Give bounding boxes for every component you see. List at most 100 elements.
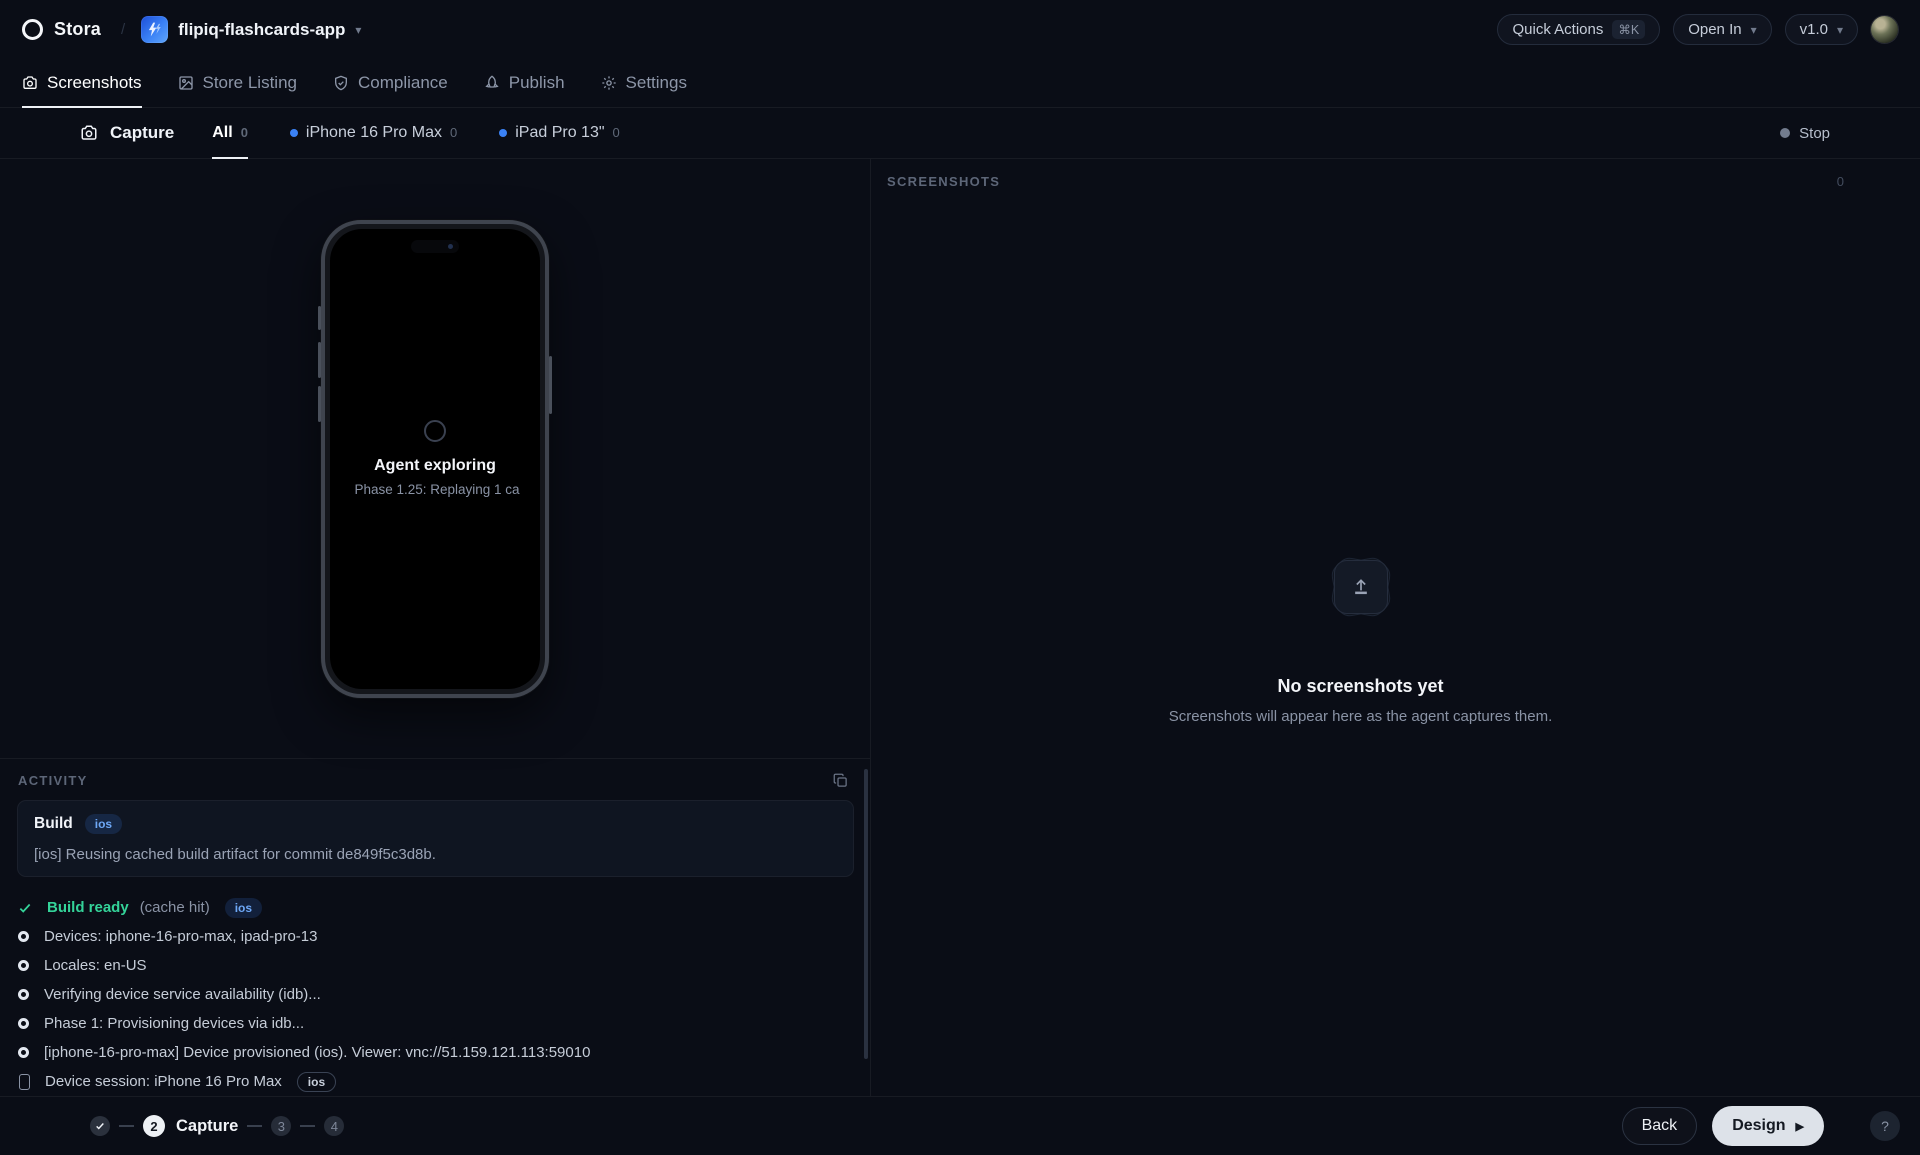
event-text: Locales: en-US <box>44 957 147 974</box>
tab-label: Settings <box>626 73 687 93</box>
stop-icon <box>1780 128 1790 138</box>
pending-ring-icon <box>18 960 29 971</box>
quick-actions-button[interactable]: Quick Actions ⌘K <box>1497 14 1660 45</box>
activity-event-device-session: Device session: iPhone 16 Pro Max ios <box>18 1067 852 1096</box>
activity-event: Build ready (cache hit) ios <box>18 893 852 922</box>
dynamic-island <box>411 240 459 253</box>
step-1-done[interactable] <box>90 1116 110 1136</box>
step-2-active[interactable]: 2 <box>143 1115 165 1137</box>
filter-count: 0 <box>450 125 457 140</box>
version-selector[interactable]: v1.0 ▾ <box>1785 14 1858 45</box>
lightning-icon <box>147 22 162 37</box>
user-avatar[interactable] <box>1871 16 1898 43</box>
version-label: v1.0 <box>1800 21 1828 38</box>
phone-screen[interactable]: Agent exploring Phase 1.25: Replaying 1 … <box>330 229 540 689</box>
tab-screenshots[interactable]: Screenshots <box>22 59 142 108</box>
loading-spinner <box>424 420 446 442</box>
step-2-label: Capture <box>176 1117 238 1136</box>
tab-settings[interactable]: Settings <box>601 59 687 108</box>
stop-label: Stop <box>1799 125 1830 142</box>
build-log-card: Build ios [ios] Reusing cached build art… <box>17 800 854 877</box>
tab-label: Compliance <box>358 73 448 93</box>
design-button[interactable]: Design ▶ <box>1712 1106 1824 1146</box>
camera-icon <box>22 75 38 91</box>
stora-logo-icon <box>22 19 43 40</box>
pending-ring-icon <box>18 1047 29 1058</box>
upload-card <box>1334 560 1388 614</box>
breadcrumb-separator: / <box>121 21 125 38</box>
step-3[interactable]: 3 <box>271 1116 291 1136</box>
agent-status-title: Agent exploring <box>374 457 496 475</box>
stop-button[interactable]: Stop <box>1780 108 1830 158</box>
event-text: Verifying device service availability (i… <box>44 986 321 1003</box>
check-icon <box>18 901 32 915</box>
capture-label: Capture <box>110 123 174 143</box>
activity-scrollbar[interactable] <box>864 769 868 1059</box>
step-connector <box>300 1125 315 1127</box>
quick-actions-label: Quick Actions <box>1512 21 1603 38</box>
tab-label: Screenshots <box>47 73 142 93</box>
filter-count: 0 <box>613 125 620 140</box>
build-log-message: [ios] Reusing cached build artifact for … <box>34 846 837 863</box>
tab-compliance[interactable]: Compliance <box>333 59 448 108</box>
activity-event: [iphone-16-pro-max] Device provisioned (… <box>18 1038 852 1067</box>
rocket-icon <box>484 75 500 91</box>
play-icon: ▶ <box>1796 1120 1804 1133</box>
volume-down-button <box>318 386 321 422</box>
main-tabbar: Screenshots Store Listing Compliance Pub… <box>0 59 1920 108</box>
device-status-dot <box>290 129 298 137</box>
capture-section-label: Capture <box>80 108 174 158</box>
capture-toolbar: Capture All 0 iPhone 16 Pro Max 0 iPad P… <box>0 108 1920 159</box>
gear-icon <box>601 75 617 91</box>
agent-status-subtitle: Phase 1.25: Replaying 1 ca <box>350 482 519 497</box>
event-text: Phase 1: Provisioning devices via idb... <box>44 1015 304 1032</box>
iphone-mockup: Agent exploring Phase 1.25: Replaying 1 … <box>321 220 549 698</box>
image-icon <box>178 75 194 91</box>
step-connector <box>247 1125 262 1127</box>
mute-switch <box>318 306 321 330</box>
empty-subtitle: Screenshots will appear here as the agen… <box>1169 708 1553 725</box>
device-preview-panel: Agent exploring Phase 1.25: Replaying 1 … <box>0 159 871 1096</box>
step-indicator: 2 Capture 3 4 <box>90 1115 344 1137</box>
event-text: Build ready <box>47 899 129 916</box>
pending-ring-icon <box>18 1018 29 1029</box>
filter-label: All <box>212 124 232 142</box>
open-in-button[interactable]: Open In ▾ <box>1673 14 1771 45</box>
phone-preview-area: Agent exploring Phase 1.25: Replaying 1 … <box>0 159 870 758</box>
tab-store-listing[interactable]: Store Listing <box>178 59 298 108</box>
chevron-down-icon: ▾ <box>1751 23 1757 37</box>
project-name: flipiq-flashcards-app <box>178 20 345 40</box>
help-button[interactable]: ? <box>1870 1111 1900 1141</box>
tab-publish[interactable]: Publish <box>484 59 565 108</box>
empty-title: No screenshots yet <box>1277 676 1443 697</box>
back-button[interactable]: Back <box>1622 1107 1698 1145</box>
open-in-label: Open In <box>1688 21 1741 38</box>
camera-icon <box>80 124 98 142</box>
chevron-down-icon: ▾ <box>355 23 361 37</box>
activity-title: ACTIVITY <box>18 773 88 788</box>
power-button <box>549 356 552 414</box>
event-text: [iphone-16-pro-max] Device provisioned (… <box>44 1044 590 1061</box>
copy-icon[interactable] <box>833 773 848 788</box>
build-card-title: Build <box>34 815 73 833</box>
screenshots-panel: SCREENSHOTS 0 No screenshots yet Screens… <box>871 159 1920 1096</box>
event-text: Devices: iphone-16-pro-max, ipad-pro-13 <box>44 928 317 945</box>
volume-up-button <box>318 342 321 378</box>
filter-all[interactable]: All 0 <box>212 108 248 159</box>
filter-ipad-pro-13[interactable]: iPad Pro 13" 0 <box>499 108 620 159</box>
activity-event: Verifying device service availability (i… <box>18 980 852 1009</box>
screenshots-count: 0 <box>1837 174 1844 189</box>
filter-iphone-16-pro-max[interactable]: iPhone 16 Pro Max 0 <box>290 108 457 159</box>
design-label: Design <box>1732 1117 1785 1135</box>
chevron-down-icon: ▾ <box>1837 23 1843 37</box>
step-connector <box>119 1125 134 1127</box>
filter-count: 0 <box>241 125 248 140</box>
step-4[interactable]: 4 <box>324 1116 344 1136</box>
device-status-dot <box>499 129 507 137</box>
front-camera-dot <box>448 244 453 249</box>
project-switcher[interactable]: flipiq-flashcards-app ▾ <box>141 16 361 43</box>
project-app-icon <box>141 16 168 43</box>
ios-badge: ios <box>225 898 262 918</box>
activity-event: Locales: en-US <box>18 951 852 980</box>
activity-event: Devices: iphone-16-pro-max, ipad-pro-13 <box>18 922 852 951</box>
